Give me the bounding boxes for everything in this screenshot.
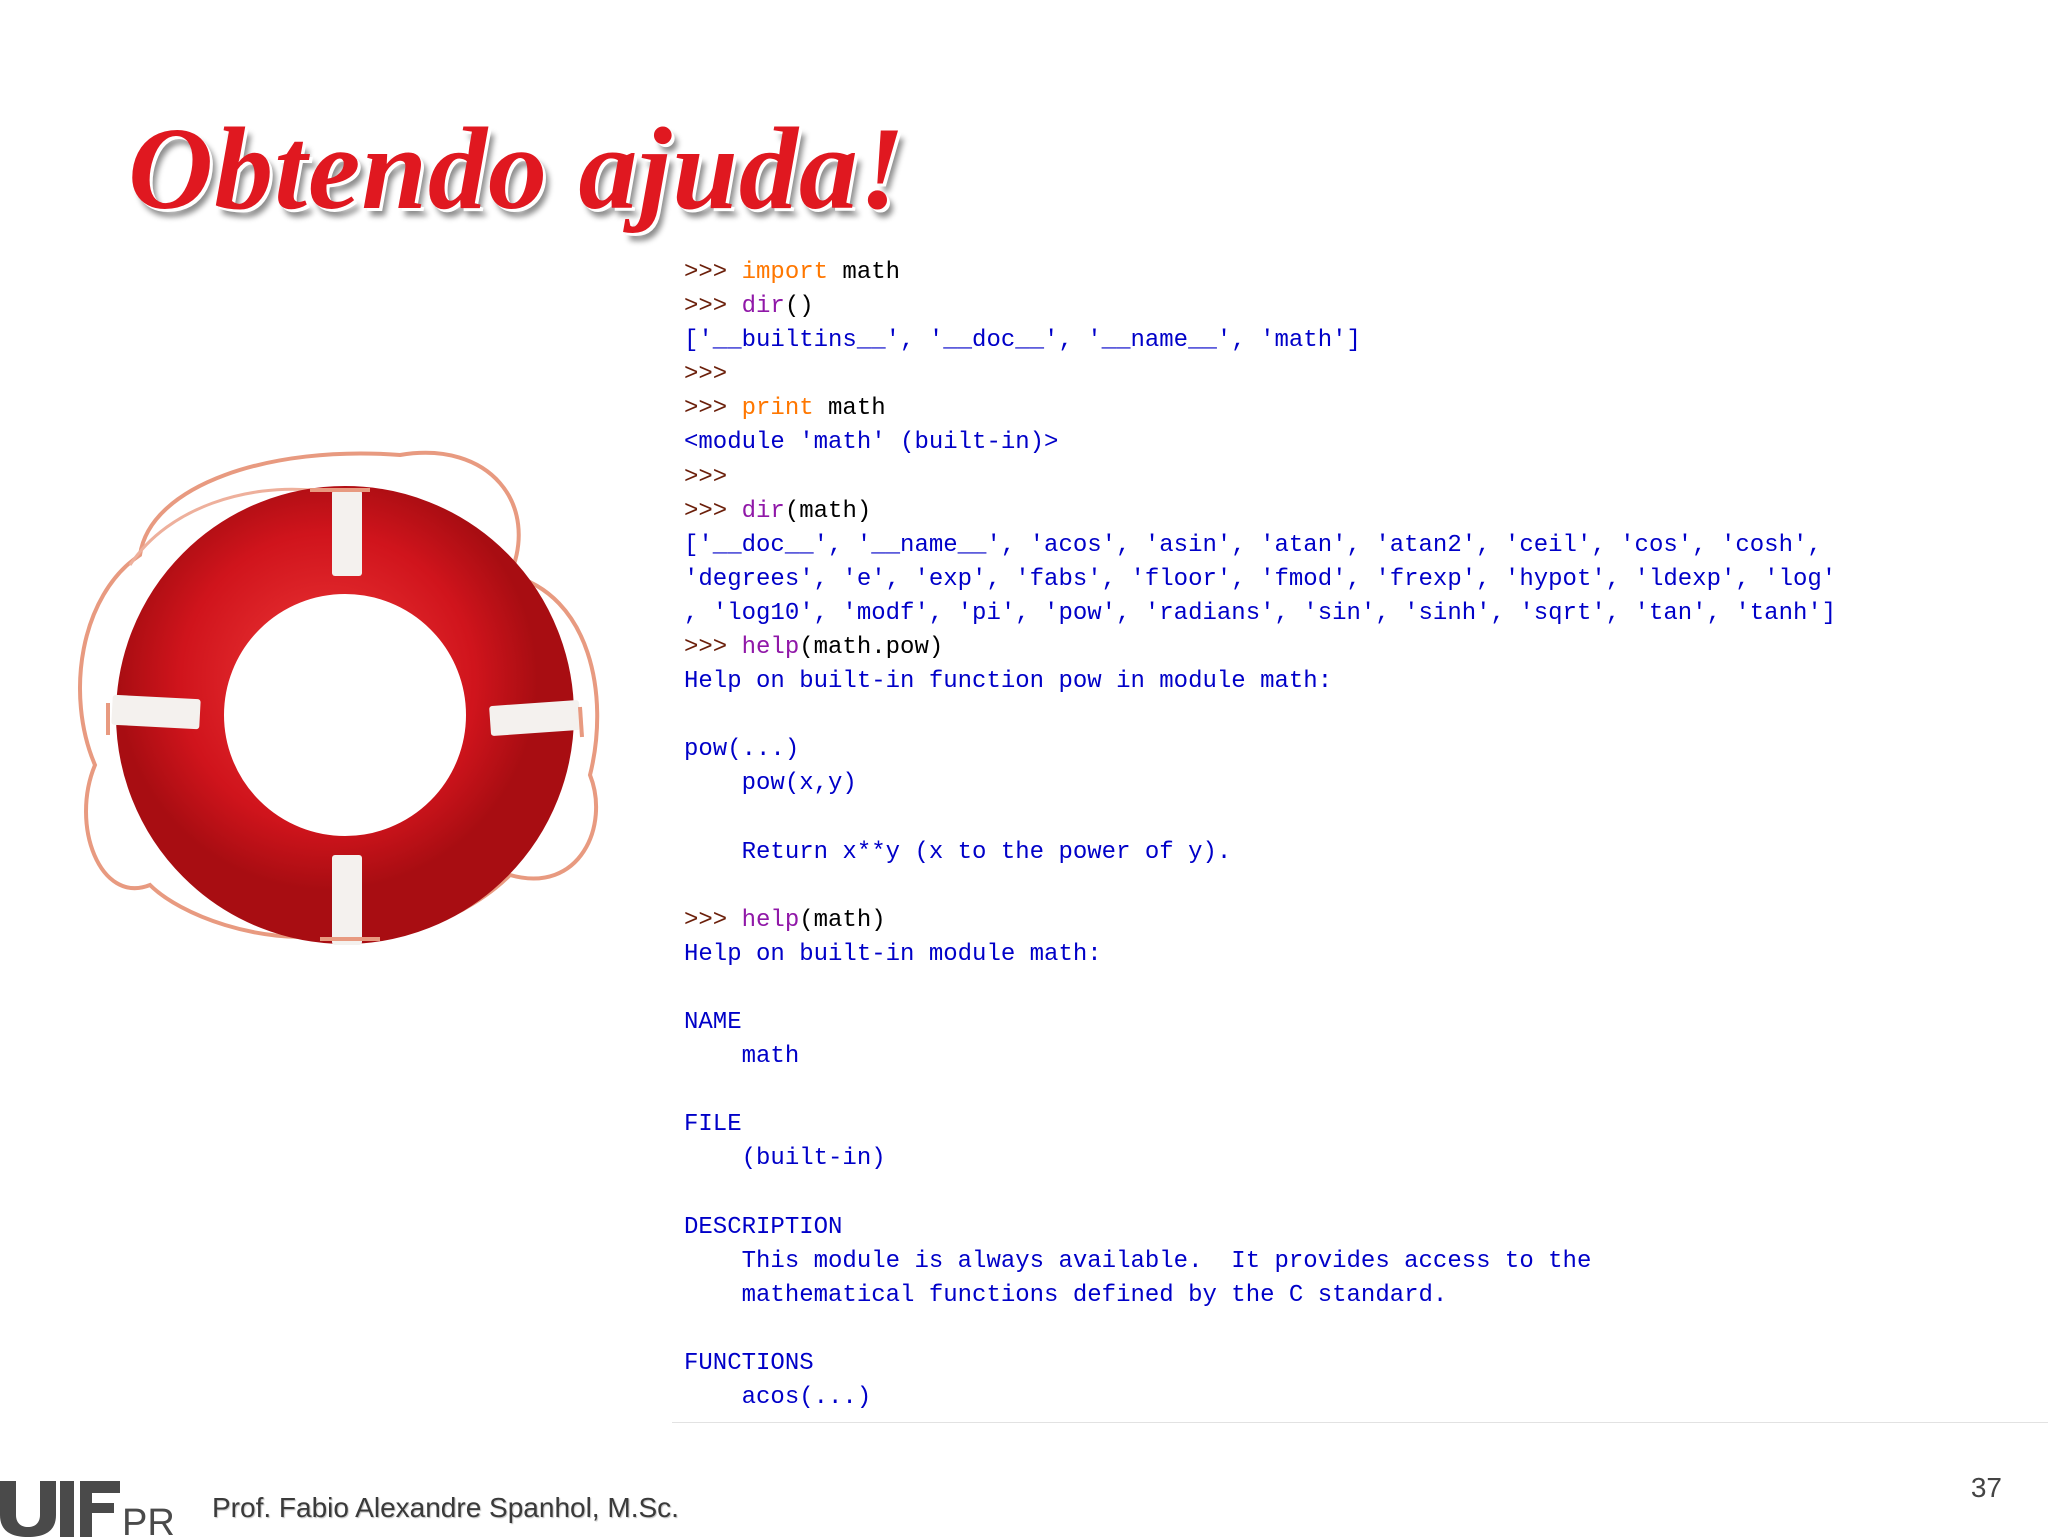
console-line: NAME <box>672 1006 2048 1040</box>
console-text: pow(...) <box>684 736 800 764</box>
console-text: acos(...) <box>684 1384 872 1412</box>
python-console: >>> import math >>> dir() ['__builtins__',… <box>672 256 2048 1423</box>
console-text: >>> <box>684 361 728 389</box>
console-line: , 'log10', 'modf', 'pi', 'pow', 'radians… <box>672 597 2048 631</box>
console-text: (math) <box>799 906 886 934</box>
console-text: <module 'math' (built-in)> <box>684 429 1059 457</box>
console-text: 'degrees', 'e', 'exp', 'fabs', 'floor', … <box>684 565 1837 593</box>
console-text: (built-in) <box>684 1145 886 1173</box>
console-line: math <box>672 1040 2048 1074</box>
console-text: math <box>828 259 901 286</box>
console-text: Help on built-in module math: <box>684 940 1102 968</box>
console-line: >>> import math <box>672 256 2048 290</box>
console-text: Return x**y (x to the power of y). <box>684 838 1232 866</box>
console-text: import <box>741 259 829 286</box>
console-text: math <box>684 1043 800 1071</box>
console-text: >>> <box>684 259 742 286</box>
console-line: FUNCTIONS <box>672 1347 2048 1381</box>
console-text: This module is always available. It prov… <box>684 1247 1592 1275</box>
console-text: FILE <box>684 1111 742 1139</box>
console-line: >>> print math <box>672 392 2048 426</box>
console-text: (math.pow) <box>799 634 944 662</box>
console-line: This module is always available. It prov… <box>672 1245 2048 1279</box>
slide: Obtendo ajuda! >>> import math >>> dir()[… <box>0 0 2048 1537</box>
console-text: Help on built-in function pow in module … <box>684 668 1333 696</box>
console-line: ['__builtins__', '__doc__', '__name__', … <box>672 324 2048 358</box>
console-text: () <box>784 293 814 321</box>
console-line: Help on built-in module math: <box>672 938 2048 972</box>
console-text: >>> <box>684 463 728 491</box>
console-line: mathematical functions defined by the C … <box>672 1279 2048 1313</box>
console-line: >>> dir(math) <box>672 495 2048 529</box>
console-text: (math) <box>784 497 872 525</box>
console-line: acos(...) <box>672 1381 2048 1415</box>
svg-text:PR: PR <box>122 1502 175 1537</box>
slide-title: Obtendo ajuda! <box>128 103 906 234</box>
console-text: NAME <box>684 1009 742 1037</box>
console-line: >>> help(math.pow) <box>672 631 2048 665</box>
console-line: Help on built-in function pow in module … <box>672 665 2048 699</box>
author-name: Prof. Fabio Alexandre Spanhol, M.Sc. <box>212 1492 679 1523</box>
lifebuoy-icon <box>78 450 600 945</box>
console-text: ['__doc__', '__name__', 'acos', 'asin', … <box>684 531 1822 559</box>
console-text: FUNCTIONS <box>684 1350 814 1377</box>
console-line: (built-in) <box>672 1142 2048 1176</box>
console-text: help <box>741 906 800 934</box>
console-text: , 'log10', 'modf', 'pi', 'pow', 'radians… <box>684 599 1837 627</box>
console-text: dir <box>741 293 785 321</box>
console-text: DESCRIPTION <box>684 1213 843 1241</box>
console-text: help <box>741 634 800 662</box>
console-line: FILE <box>672 1108 2048 1142</box>
console-line: >>> <box>672 358 2048 392</box>
page-number: 37 <box>1970 1472 2002 1503</box>
console-line: DESCRIPTION <box>672 1211 2048 1245</box>
console-line: ['__doc__', '__name__', 'acos', 'asin', … <box>672 529 2048 563</box>
console-line: pow(x,y) <box>672 767 2048 801</box>
console-text: >>> <box>684 293 742 321</box>
console-text: ['__builtins__', '__doc__', '__name__', … <box>684 327 1361 355</box>
console-line: Return x**y (x to the power of y). <box>672 836 2048 870</box>
console-text: print <box>741 395 814 423</box>
console-text: >>> <box>684 906 742 934</box>
console-line: >>> dir() <box>672 290 2048 324</box>
console-line: <module 'math' (built-in)> <box>672 426 2048 460</box>
console-line: >>> help(math) <box>672 904 2048 938</box>
console-line: pow(...) <box>672 733 2048 767</box>
console-text: dir <box>741 497 785 525</box>
console-text: >>> <box>684 395 742 423</box>
console-line: >>> <box>672 461 2048 495</box>
console-text: mathematical functions defined by the C … <box>684 1281 1448 1309</box>
console-text: pow(x,y) <box>684 770 857 798</box>
console-line: 'degrees', 'e', 'exp', 'fabs', 'floor', … <box>672 563 2048 597</box>
console-text: >>> <box>684 497 742 525</box>
console-text: math <box>813 395 886 423</box>
utfpr-logo: PR <box>0 1481 175 1537</box>
console-text: >>> <box>684 634 742 662</box>
